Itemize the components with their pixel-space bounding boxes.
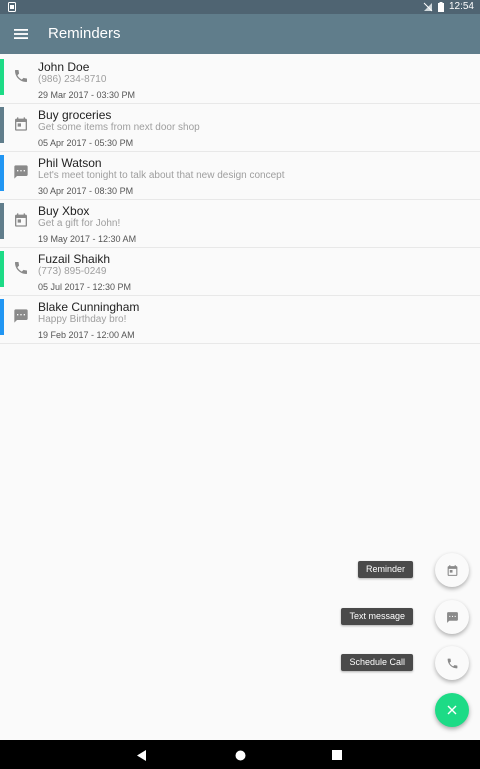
back-button[interactable]	[134, 747, 150, 763]
item-title: Blake Cunningham	[38, 300, 140, 314]
status-bar: 12:54	[0, 0, 480, 14]
back-triangle-icon	[137, 749, 146, 761]
list-item[interactable]: Buy Xbox Get a gift for John! 19 May 201…	[0, 200, 480, 248]
calendar-icon	[447, 564, 457, 576]
type-indicator	[0, 251, 4, 287]
item-title: John Doe	[38, 60, 90, 74]
text-message-fab-label[interactable]: Text message	[341, 608, 413, 625]
calendar-icon	[15, 117, 27, 131]
item-subtitle: Let's meet tonight to talk about that ne…	[38, 170, 285, 181]
item-date: 19 May 2017 - 12:30 AM	[38, 234, 137, 244]
close-icon	[447, 705, 457, 715]
fab-row-reminder: Reminder	[300, 553, 469, 587]
item-subtitle: Get some items from next door shop	[38, 122, 200, 133]
item-subtitle: Get a gift for John!	[38, 218, 121, 229]
type-indicator	[0, 299, 4, 335]
system-nav-bar	[0, 740, 480, 769]
item-subtitle: Happy Birthday bro!	[38, 314, 127, 325]
notification-icon	[8, 2, 16, 12]
schedule-call-button[interactable]	[435, 646, 469, 680]
recents-square-icon	[332, 750, 342, 760]
calendar-icon	[15, 213, 27, 227]
list-item[interactable]: John Doe (986) 234-8710 29 Mar 2017 - 03…	[0, 56, 480, 104]
item-title: Fuzail Shaikh	[38, 252, 111, 266]
app-bar: Reminders	[0, 14, 480, 54]
fab-row-text-message: Text message	[300, 600, 469, 634]
no-signal-icon	[423, 2, 433, 12]
item-title: Phil Watson	[38, 156, 102, 170]
add-text-message-button[interactable]	[435, 600, 469, 634]
phone-icon	[447, 658, 457, 668]
item-date: 29 Mar 2017 - 03:30 PM	[38, 90, 136, 100]
item-date: 30 Apr 2017 - 08:30 PM	[38, 186, 134, 196]
page-title: Reminders	[48, 25, 121, 42]
reminder-list: John Doe (986) 234-8710 29 Mar 2017 - 03…	[0, 56, 480, 344]
home-button[interactable]	[232, 747, 248, 763]
close-fab-button[interactable]	[435, 693, 469, 727]
list-item[interactable]: Buy groceries Get some items from next d…	[0, 104, 480, 152]
type-indicator	[0, 203, 4, 239]
item-date: 05 Jul 2017 - 12:30 PM	[38, 282, 132, 292]
message-icon	[14, 309, 28, 323]
list-item[interactable]: Phil Watson Let's meet tonight to talk a…	[0, 152, 480, 200]
battery-icon	[437, 2, 444, 12]
hamburger-menu-icon	[14, 29, 28, 39]
message-icon	[14, 165, 28, 179]
item-title: Buy groceries	[38, 108, 112, 122]
item-title: Buy Xbox	[38, 204, 90, 218]
phone-icon	[15, 70, 27, 82]
list-item[interactable]: Fuzail Shaikh (773) 895-0249 05 Jul 2017…	[0, 248, 480, 296]
type-indicator	[0, 107, 4, 143]
add-reminder-button[interactable]	[435, 553, 469, 587]
list-item[interactable]: Blake Cunningham Happy Birthday bro! 19 …	[0, 296, 480, 344]
status-time: 12:54	[448, 1, 474, 12]
item-subtitle: (773) 895-0249	[38, 266, 107, 277]
type-indicator	[0, 59, 4, 95]
recents-button[interactable]	[329, 747, 345, 763]
menu-button[interactable]	[10, 23, 32, 45]
item-date: 05 Apr 2017 - 05:30 PM	[38, 138, 134, 148]
reminder-fab-label[interactable]: Reminder	[357, 561, 413, 578]
item-date: 19 Feb 2017 - 12:00 AM	[38, 330, 135, 340]
item-subtitle: (986) 234-8710	[38, 74, 107, 85]
fab-row-schedule-call: Schedule Call	[300, 646, 469, 680]
type-indicator	[0, 155, 4, 191]
schedule-call-fab-label[interactable]: Schedule Call	[341, 654, 413, 671]
phone-icon	[15, 262, 27, 274]
message-icon	[446, 611, 458, 623]
home-circle-icon	[235, 750, 245, 760]
